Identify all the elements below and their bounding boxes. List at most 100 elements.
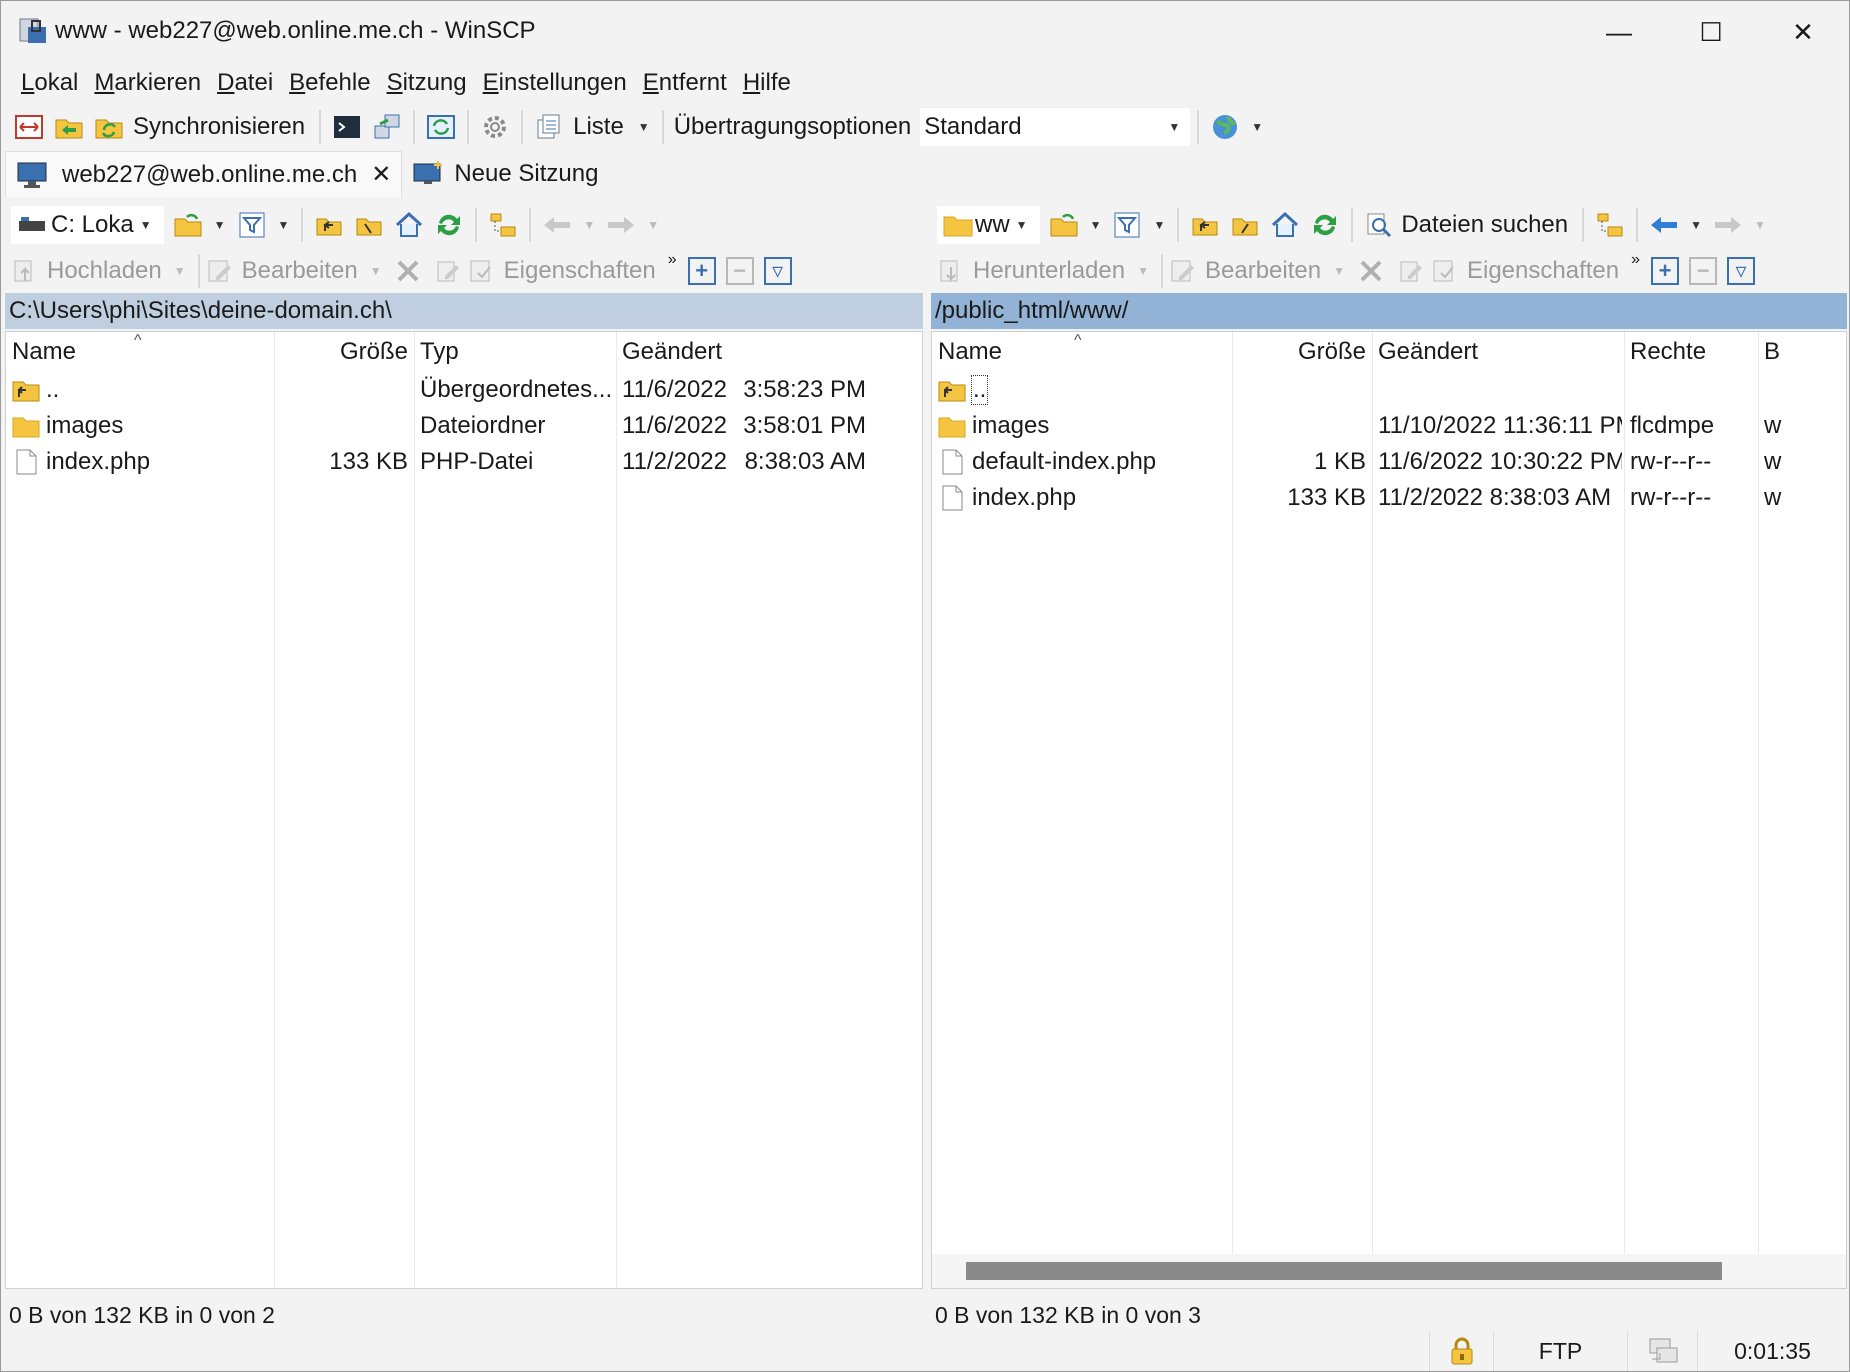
tab-session[interactable]: web227@web.online.me.ch ✕ xyxy=(5,151,403,197)
menu-lokal[interactable]: Lokal xyxy=(13,69,86,97)
chevron-down-icon[interactable]: ▼ xyxy=(1153,218,1165,232)
menu-sitzung[interactable]: Sitzung xyxy=(379,69,475,97)
chevron-down-icon[interactable]: ▼ xyxy=(1137,264,1149,278)
properties-button[interactable]: Eigenschaften xyxy=(1431,257,1619,285)
tab-new-session[interactable]: Neue Sitzung xyxy=(402,151,608,197)
column-header-changed[interactable]: Geändert xyxy=(622,332,722,372)
local-file-list[interactable]: Name ^ Größe Typ Geändert .. Übergeordne… xyxy=(5,331,923,1289)
filter-files-button[interactable]: ▿ xyxy=(763,257,792,285)
menu-entfernt[interactable]: Entfernt xyxy=(635,69,735,97)
chevron-down-icon[interactable]: ▼ xyxy=(174,264,186,278)
rename-icon[interactable] xyxy=(430,253,466,289)
table-row[interactable]: .. Übergeordnetes... 11/6/2022 3:58:23 P… xyxy=(6,372,922,408)
column-header-name[interactable]: Name xyxy=(938,332,1002,372)
find-files-icon[interactable] xyxy=(1361,207,1397,243)
table-row[interactable]: .. xyxy=(932,372,1846,408)
chevron-down-icon[interactable]: ▼ xyxy=(1016,218,1028,232)
chevron-down-icon[interactable]: ▼ xyxy=(583,218,595,232)
transfer-options-label[interactable]: Übertragungsoptionen xyxy=(674,113,912,141)
chevron-down-icon[interactable]: ▼ xyxy=(1251,120,1263,134)
filter-icon[interactable] xyxy=(234,207,270,243)
unselect-files-button[interactable]: − xyxy=(725,257,754,285)
filter-files-button[interactable]: ▿ xyxy=(1727,257,1755,285)
synchronize-browsing-icon[interactable] xyxy=(51,109,87,145)
network-icon[interactable] xyxy=(1627,1331,1697,1371)
local-path-bar[interactable]: C:\Users\phi\Sites\deine-domain.ch\ xyxy=(5,293,923,329)
select-files-button[interactable]: + xyxy=(1651,257,1679,285)
column-header-type[interactable]: Typ xyxy=(420,332,459,372)
properties-button[interactable]: Eigenschaften xyxy=(468,257,656,285)
home-icon[interactable] xyxy=(391,207,427,243)
chevron-down-icon[interactable]: ▼ xyxy=(278,218,290,232)
close-window-button[interactable]: ✕ xyxy=(1757,1,1849,63)
open-folder-icon[interactable] xyxy=(170,207,206,243)
chevron-down-icon[interactable]: ▼ xyxy=(647,218,659,232)
terminal-icon[interactable] xyxy=(329,109,365,145)
synchronize-button[interactable]: Synchronisieren xyxy=(133,113,305,141)
table-row[interactable]: default-index.php 1 KB 11/6/2022 10:30:2… xyxy=(932,444,1846,480)
home-icon[interactable] xyxy=(1267,207,1303,243)
root-directory-icon[interactable] xyxy=(351,207,387,243)
queue-button[interactable]: Liste xyxy=(573,113,624,141)
column-header-size[interactable]: Größe xyxy=(274,332,408,372)
refresh-sessions-icon[interactable] xyxy=(423,109,459,145)
parent-directory-icon[interactable] xyxy=(311,207,347,243)
tree-view-icon[interactable] xyxy=(485,207,521,243)
menu-befehle[interactable]: Befehle xyxy=(281,69,378,97)
chevron-down-icon[interactable]: ▼ xyxy=(1690,218,1702,232)
chevron-down-icon[interactable]: ▼ xyxy=(638,120,650,134)
menu-datei[interactable]: Datei xyxy=(209,69,281,97)
queue-icon[interactable] xyxy=(531,109,567,145)
root-directory-icon[interactable] xyxy=(1227,207,1263,243)
chevron-down-icon[interactable]: ▼ xyxy=(1090,218,1102,232)
local-drive-select[interactable]: C: Loka ▼ xyxy=(11,206,164,244)
table-row[interactable]: index.php 133 KB PHP-Datei 11/2/2022 8:3… xyxy=(6,444,922,480)
table-row[interactable]: images 11/10/2022 11:36:11 PM flcdmpe w xyxy=(932,408,1846,444)
chevron-down-icon[interactable]: ▼ xyxy=(214,218,226,232)
tree-view-icon[interactable] xyxy=(1592,207,1628,243)
putty-icon[interactable] xyxy=(369,109,405,145)
menu-einstellungen[interactable]: Einstellungen xyxy=(475,69,635,97)
menu-hilfe[interactable]: Hilfe xyxy=(735,69,799,97)
forward-arrow-icon[interactable] xyxy=(603,207,639,243)
parent-directory-icon[interactable] xyxy=(1187,207,1223,243)
find-files-button[interactable]: Dateien suchen xyxy=(1401,211,1568,239)
gear-icon[interactable] xyxy=(477,109,513,145)
lock-icon[interactable] xyxy=(1429,1331,1493,1371)
chevron-down-icon[interactable]: ▼ xyxy=(140,218,152,232)
upload-button[interactable]: Hochladen xyxy=(11,257,162,285)
table-row[interactable]: index.php 133 KB 11/2/2022 8:38:03 AM rw… xyxy=(932,480,1846,516)
select-files-button[interactable]: + xyxy=(687,257,716,285)
menu-markieren[interactable]: Markieren xyxy=(86,69,209,97)
chevron-down-icon[interactable]: ▼ xyxy=(1333,264,1345,278)
transfer-preset-select[interactable]: Standard ▼ xyxy=(919,107,1192,147)
delete-icon[interactable] xyxy=(1353,253,1389,289)
edit-button[interactable]: Bearbeiten xyxy=(1169,257,1321,285)
horizontal-scrollbar-track[interactable] xyxy=(932,1254,1846,1288)
edit-button[interactable]: Bearbeiten xyxy=(206,257,358,285)
table-row[interactable]: images Dateiordner 11/6/2022 3:58:01 PM xyxy=(6,408,922,444)
rename-icon[interactable] xyxy=(1393,253,1429,289)
more-toolbar-button[interactable]: » xyxy=(668,251,677,269)
horizontal-scrollbar-thumb[interactable] xyxy=(966,1262,1722,1280)
synchronize-icon[interactable] xyxy=(91,109,127,145)
globe-icon[interactable] xyxy=(1207,109,1243,145)
back-arrow-icon[interactable] xyxy=(1646,207,1682,243)
column-header-rights[interactable]: Rechte xyxy=(1630,332,1706,372)
chevron-down-icon[interactable]: ▼ xyxy=(1168,120,1180,134)
maximize-button[interactable]: ☐ xyxy=(1665,1,1757,63)
filter-icon[interactable] xyxy=(1109,207,1145,243)
refresh-icon[interactable] xyxy=(1307,207,1343,243)
column-header-name[interactable]: Name xyxy=(12,332,76,372)
remote-file-list[interactable]: Name ^ Größe Geändert Rechte B .. images… xyxy=(931,331,1847,1289)
compare-directories-icon[interactable] xyxy=(11,109,47,145)
back-arrow-icon[interactable] xyxy=(539,207,575,243)
chevron-down-icon[interactable]: ▼ xyxy=(1754,218,1766,232)
column-header-size[interactable]: Größe xyxy=(1232,332,1366,372)
forward-arrow-icon[interactable] xyxy=(1710,207,1746,243)
column-header-changed[interactable]: Geändert xyxy=(1378,332,1478,372)
delete-icon[interactable] xyxy=(390,253,426,289)
minimize-button[interactable]: — xyxy=(1573,1,1665,63)
chevron-down-icon[interactable]: ▼ xyxy=(370,264,382,278)
close-icon[interactable]: ✕ xyxy=(371,160,391,189)
